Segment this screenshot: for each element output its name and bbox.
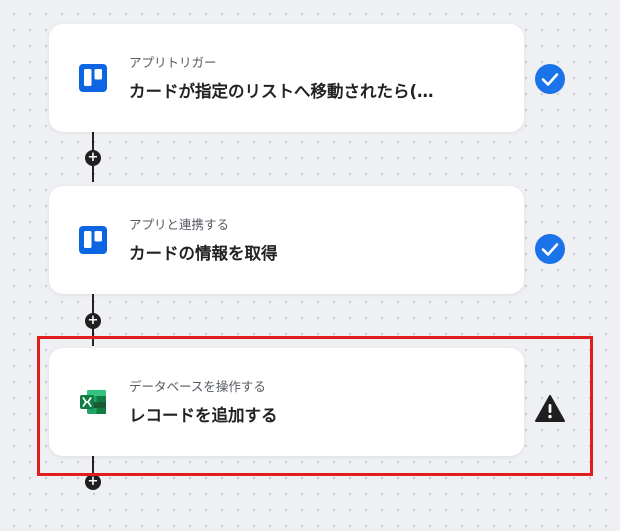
add-step-button[interactable]: +: [85, 150, 101, 166]
excel-icon: [80, 390, 106, 414]
add-step-button[interactable]: +: [85, 313, 101, 329]
step-title: カードの情報を取得: [129, 244, 278, 263]
trello-icon: [79, 226, 107, 254]
warning-icon: [535, 395, 565, 422]
step-subtitle: アプリトリガー: [129, 55, 217, 70]
step-subtitle: アプリと連携する: [129, 217, 230, 232]
step-title: カードが指定のリストへ移動されたら(…: [129, 82, 434, 101]
step-card-trigger[interactable]: アプリトリガー カードが指定のリストへ移動されたら(…: [49, 24, 524, 132]
trello-icon: [79, 64, 107, 92]
step-subtitle: データベースを操作する: [129, 379, 266, 394]
check-icon: [535, 64, 565, 94]
add-step-button[interactable]: +: [85, 474, 101, 490]
step-card-action[interactable]: アプリと連携する カードの情報を取得: [49, 186, 524, 294]
check-icon: [535, 234, 565, 264]
step-card-database[interactable]: データベースを操作する レコードを追加する: [49, 348, 524, 456]
step-title: レコードを追加する: [129, 406, 278, 425]
